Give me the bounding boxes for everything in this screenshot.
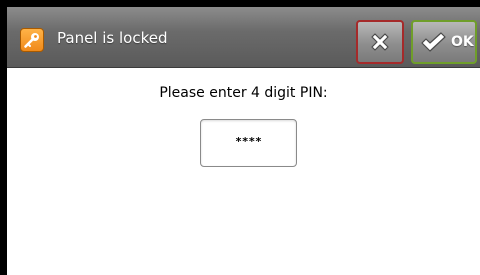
dialog-title: Panel is locked bbox=[57, 29, 168, 47]
dialog-titlebar: Panel is locked OK bbox=[7, 7, 480, 68]
panel-locked-screen: Panel is locked OK Please enter 4 digit … bbox=[0, 0, 480, 275]
ok-button-label: OK bbox=[451, 34, 474, 50]
screen-bezel-left bbox=[0, 0, 7, 275]
key-icon bbox=[20, 28, 44, 52]
pin-input[interactable]: **** bbox=[200, 119, 297, 167]
close-x-icon bbox=[371, 33, 389, 51]
dialog-body: Please enter 4 digit PIN: **** bbox=[7, 68, 480, 275]
checkmark-icon bbox=[421, 32, 446, 52]
screen-bezel-top bbox=[0, 0, 480, 7]
pin-prompt: Please enter 4 digit PIN: bbox=[159, 85, 328, 101]
cancel-button[interactable] bbox=[356, 20, 404, 64]
ok-button[interactable]: OK bbox=[411, 20, 477, 64]
